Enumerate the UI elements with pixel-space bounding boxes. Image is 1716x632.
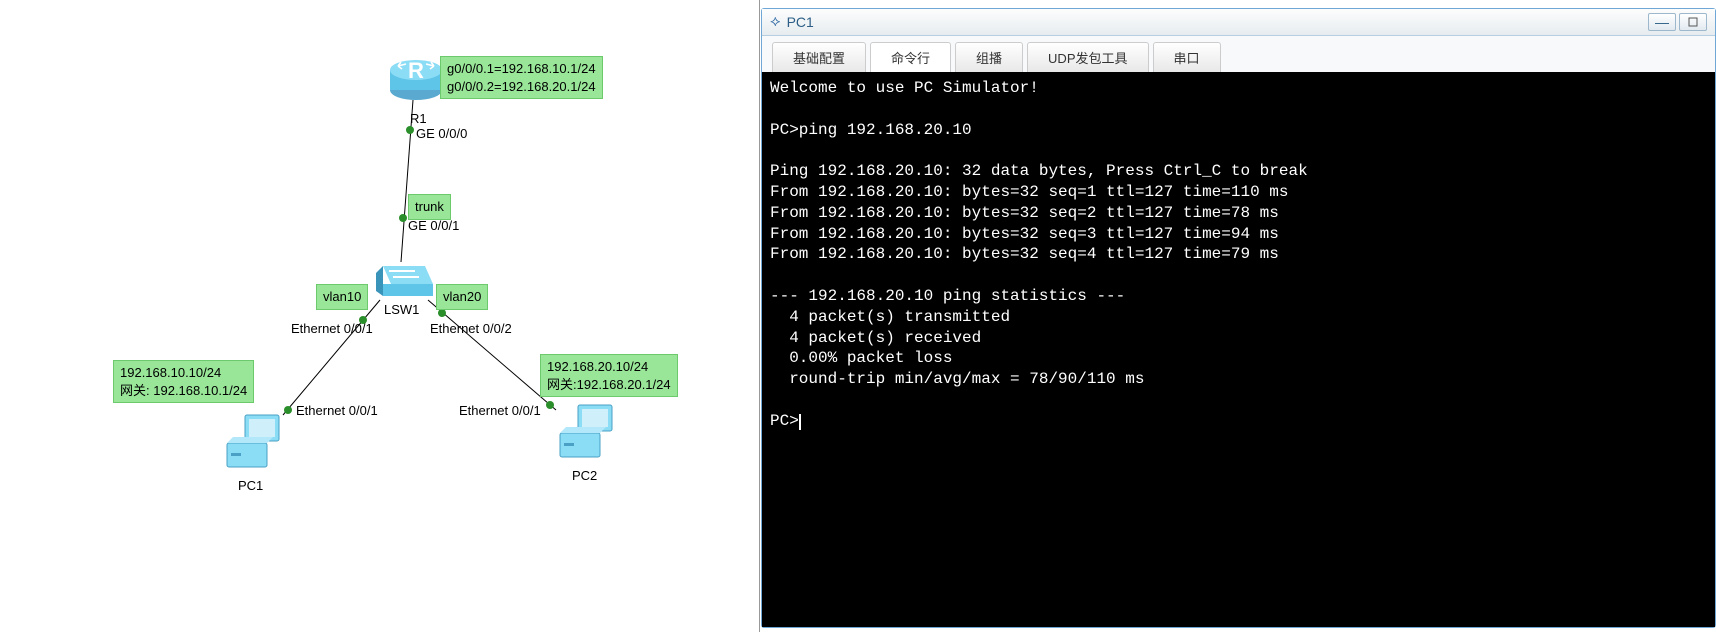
tab-cli[interactable]: 命令行: [870, 42, 951, 72]
router-icon: R: [388, 54, 444, 102]
router-port-ge000: GE 0/0/0: [416, 126, 467, 141]
pc2-note: 192.168.20.10/24 网关:192.168.20.1/24: [540, 354, 678, 397]
tab-basic-config[interactable]: 基础配置: [772, 42, 866, 72]
router-note: g0/0/0.1=192.168.10.1/24 g0/0/0.2=192.16…: [440, 56, 603, 99]
pc-icon: [554, 403, 618, 465]
minimize-icon: —: [1655, 14, 1669, 30]
pc1-device[interactable]: [221, 413, 285, 475]
switch-device[interactable]: [375, 256, 433, 302]
pc2-device[interactable]: [554, 403, 618, 465]
tab-udp-tool[interactable]: UDP发包工具: [1027, 42, 1148, 72]
terminal-title: PC1: [787, 14, 1645, 30]
maximize-button[interactable]: [1679, 13, 1707, 31]
vlan10-label: vlan10: [316, 284, 368, 310]
pc2-name: PC2: [572, 468, 597, 483]
switch-port-ge001: GE 0/0/1: [408, 218, 459, 233]
pc1-name: PC1: [238, 478, 263, 493]
tab-multicast[interactable]: 组播: [955, 42, 1023, 72]
pc1-note: 192.168.10.10/24 网关: 192.168.10.1/24: [113, 360, 254, 403]
topology-canvas[interactable]: R R1 g0/0/0.1=192.168.10.1/24 g0/0/0.2=1…: [0, 0, 760, 632]
switch-name: LSW1: [384, 302, 419, 317]
terminal-app-icon: ⟡: [770, 13, 781, 31]
terminal-console[interactable]: Welcome to use PC Simulator! PC>ping 192…: [762, 72, 1715, 627]
vlan20-label: vlan20: [436, 284, 488, 310]
svg-text:R: R: [408, 58, 424, 83]
pc-icon: [221, 413, 285, 475]
router-device[interactable]: R: [388, 54, 444, 102]
terminal-tabs: 基础配置 命令行 组播 UDP发包工具 串口: [762, 36, 1715, 72]
maximize-icon: [1688, 17, 1698, 27]
terminal-titlebar[interactable]: ⟡ PC1 —: [762, 9, 1715, 36]
switch-port-eth001: Ethernet 0/0/1: [291, 321, 373, 336]
pc1-port: Ethernet 0/0/1: [296, 403, 378, 418]
terminal-window: ⟡ PC1 — 基础配置 命令行 组播 UDP发包工具 串口 Welcome t…: [761, 8, 1716, 628]
switch-port-eth002: Ethernet 0/0/2: [430, 321, 512, 336]
trunk-label: trunk: [408, 194, 451, 220]
switch-icon: [375, 256, 433, 302]
minimize-button[interactable]: —: [1648, 13, 1676, 31]
router-name: R1: [410, 111, 427, 126]
pc2-port: Ethernet 0/0/1: [459, 403, 541, 418]
tab-serial[interactable]: 串口: [1153, 42, 1221, 72]
topology-links: [0, 0, 760, 632]
